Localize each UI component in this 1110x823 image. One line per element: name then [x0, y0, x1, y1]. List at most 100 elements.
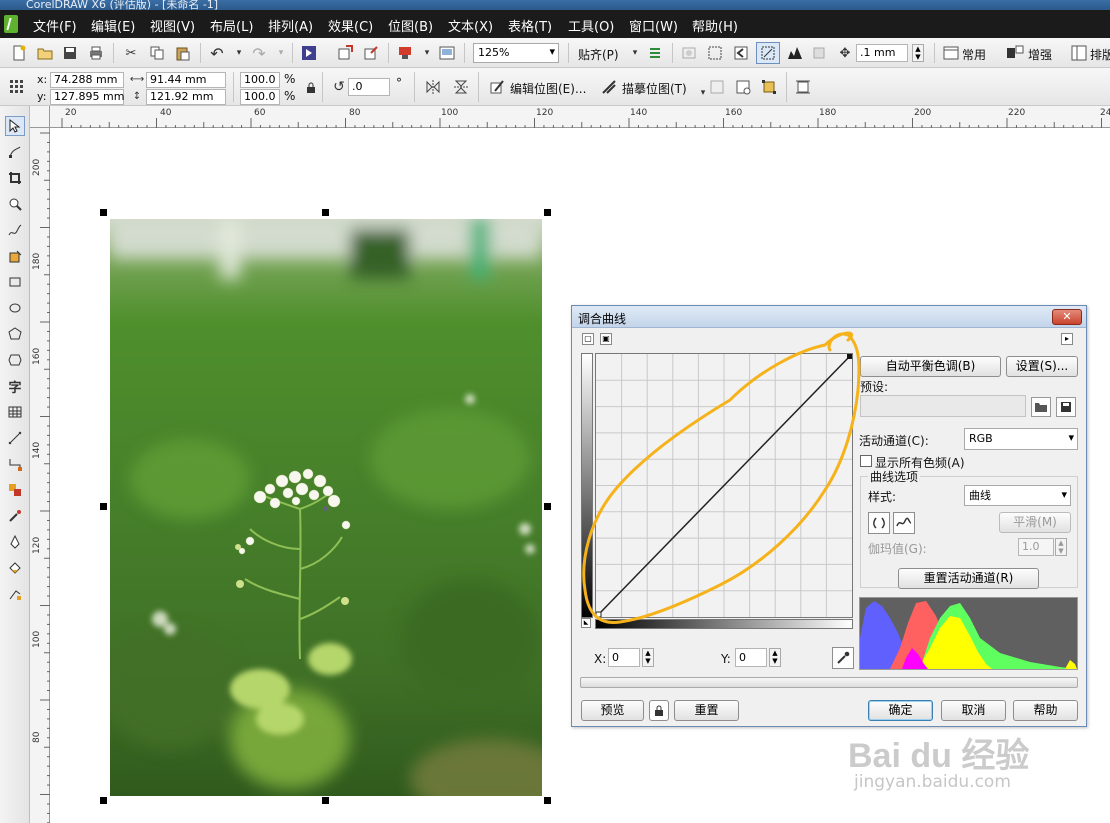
ellipse-tool-icon[interactable]	[5, 298, 25, 318]
dialog-titlebar[interactable]: 调合曲线 ✕	[572, 306, 1086, 328]
x-coordinate-spinner[interactable]: ▲ ▼	[642, 648, 654, 667]
import-icon[interactable]	[336, 44, 354, 62]
curve-mode-icon[interactable]	[868, 512, 890, 534]
curve-graph[interactable]	[595, 353, 853, 618]
save-icon[interactable]	[61, 44, 79, 62]
blend-tool-icon[interactable]	[5, 480, 25, 500]
menu-effects[interactable]: 效果(C)	[328, 16, 373, 35]
workspace-enhance-icon[interactable]	[1006, 44, 1024, 62]
gamma-value-field[interactable]: 1.0	[1018, 538, 1054, 556]
polygon-tool-icon[interactable]	[5, 324, 25, 344]
crop-to-frame-icon[interactable]	[708, 78, 726, 96]
bitmap-frame-icon[interactable]	[734, 78, 752, 96]
freehand-curve-mode-icon[interactable]	[893, 512, 915, 534]
ruler-origin[interactable]	[30, 106, 50, 128]
welcome-screen-icon[interactable]	[438, 44, 456, 62]
nudge-distance-field[interactable]: .1 mm	[856, 44, 908, 62]
bitmap-color-mask-icon[interactable]	[680, 44, 698, 62]
paste-icon[interactable]	[174, 44, 192, 62]
help-button[interactable]: 帮助	[1013, 700, 1078, 721]
y-position-field[interactable]: 127.895 mm	[50, 89, 124, 105]
reset-active-channel-button[interactable]: 重置活动通道(R)	[898, 568, 1039, 589]
resample-bitmap-icon[interactable]	[760, 78, 778, 96]
selection-handle-top-left[interactable]	[100, 209, 107, 216]
selection-handle-left[interactable]	[100, 503, 107, 510]
auto-balance-button[interactable]: 自动平衡色调(B)	[860, 356, 1001, 377]
curve-style-select[interactable]: 曲线	[964, 485, 1071, 506]
print-icon[interactable]	[87, 44, 105, 62]
mirror-horizontal-icon[interactable]	[424, 78, 442, 96]
snap-to-menu[interactable]: 贴齐(P)	[578, 46, 619, 63]
expand-preview-icon[interactable]: ▸	[1061, 333, 1073, 345]
rectangle-tool-icon[interactable]	[5, 272, 25, 292]
preset-field[interactable]	[860, 395, 1026, 417]
redo-dropdown-icon[interactable]: ▾	[272, 44, 290, 62]
menu-bitmaps[interactable]: 位图(B)	[388, 16, 433, 35]
object-origin-icon[interactable]	[8, 78, 26, 96]
object-height-field[interactable]: 121.92 mm	[146, 89, 226, 105]
active-channel-select[interactable]: RGB	[964, 428, 1078, 450]
dialog-close-button[interactable]: ✕	[1052, 309, 1082, 325]
resample-icon[interactable]	[706, 44, 724, 62]
dimension-tool-icon[interactable]	[5, 428, 25, 448]
menu-edit[interactable]: 编辑(E)	[91, 16, 135, 35]
selection-handle-right[interactable]	[544, 503, 551, 510]
search-content-icon[interactable]	[300, 44, 318, 62]
nudge-spinner[interactable]: ▲ ▼	[912, 44, 924, 62]
eyedropper-icon[interactable]	[832, 647, 854, 669]
undo-dropdown-icon[interactable]: ▾	[230, 44, 248, 62]
workspace-enhance-label[interactable]: 增强	[1028, 46, 1052, 63]
workspace-page-layout-icon[interactable]	[1070, 44, 1088, 62]
reset-button[interactable]: 重置	[674, 700, 739, 721]
freehand-tool-icon[interactable]	[5, 220, 25, 240]
trace-bitmap-icon[interactable]	[600, 78, 618, 96]
selection-handle-bottom-right[interactable]	[544, 797, 551, 804]
tone-curve-active-icon[interactable]	[756, 42, 780, 64]
export-icon[interactable]	[362, 44, 380, 62]
x-coordinate-field[interactable]: 0	[608, 648, 640, 667]
eyedropper-tool-icon[interactable]	[5, 506, 25, 526]
menu-file[interactable]: 文件(F)	[33, 16, 77, 35]
shape-tool-icon[interactable]	[5, 142, 25, 162]
options-icon[interactable]	[646, 44, 664, 62]
horizontal-ruler[interactable]: 20 40 60 80 100 120 140 160 180 200 220 …	[50, 106, 1110, 128]
menu-window[interactable]: 窗口(W)	[629, 16, 678, 35]
new-document-icon[interactable]	[10, 44, 28, 62]
open-preset-folder-icon[interactable]	[1031, 397, 1051, 417]
basic-shapes-tool-icon[interactable]	[5, 350, 25, 370]
crop-bitmap-icon[interactable]	[732, 44, 750, 62]
menu-arrange[interactable]: 排列(A)	[268, 16, 313, 35]
scale-height-field[interactable]: 100.0	[240, 89, 280, 105]
ok-button[interactable]: 确定	[868, 700, 933, 721]
menu-layout[interactable]: 布局(L)	[210, 16, 253, 35]
edit-bitmap-button[interactable]: 编辑位图(E)...	[510, 80, 586, 97]
pick-tool-icon[interactable]	[5, 116, 25, 136]
scale-width-field[interactable]: 100.0	[240, 72, 280, 88]
selection-handle-top-right[interactable]	[544, 209, 551, 216]
object-width-field[interactable]: 91.44 mm	[146, 72, 226, 88]
outline-pen-tool-icon[interactable]	[5, 532, 25, 552]
cancel-button[interactable]: 取消	[941, 700, 1006, 721]
y-coordinate-spinner[interactable]: ▲ ▼	[769, 648, 781, 667]
show-all-channels-checkbox[interactable]	[860, 455, 872, 467]
menu-table[interactable]: 表格(T)	[508, 16, 552, 35]
flip-curve-icon[interactable]: ◣	[581, 618, 591, 628]
zoom-tool-icon[interactable]	[5, 194, 25, 214]
curve-end-point[interactable]	[847, 354, 852, 359]
selection-handle-bottom[interactable]	[322, 797, 329, 804]
crop-tool-icon[interactable]	[5, 168, 25, 188]
launcher-dropdown-icon[interactable]: ▾	[418, 44, 436, 62]
table-tool-icon[interactable]	[5, 402, 25, 422]
snap-dropdown-icon[interactable]: ▾	[626, 44, 644, 62]
connector-tool-icon[interactable]	[5, 454, 25, 474]
zoom-level-select[interactable]: 125%	[473, 43, 559, 63]
gamma-spinner[interactable]: ▲ ▼	[1055, 538, 1067, 556]
trace-bitmap-button[interactable]: 描摹位图(T)	[622, 80, 687, 97]
histogram-icon[interactable]	[786, 44, 804, 62]
preview-button[interactable]: 预览	[581, 700, 644, 721]
smart-fill-tool-icon[interactable]	[5, 246, 25, 266]
settings-button[interactable]: 设置(S)...	[1006, 356, 1078, 377]
menu-help[interactable]: 帮助(H)	[692, 16, 738, 35]
application-launcher-icon[interactable]	[396, 44, 414, 62]
side-view-icon[interactable]: ▣	[600, 333, 612, 345]
